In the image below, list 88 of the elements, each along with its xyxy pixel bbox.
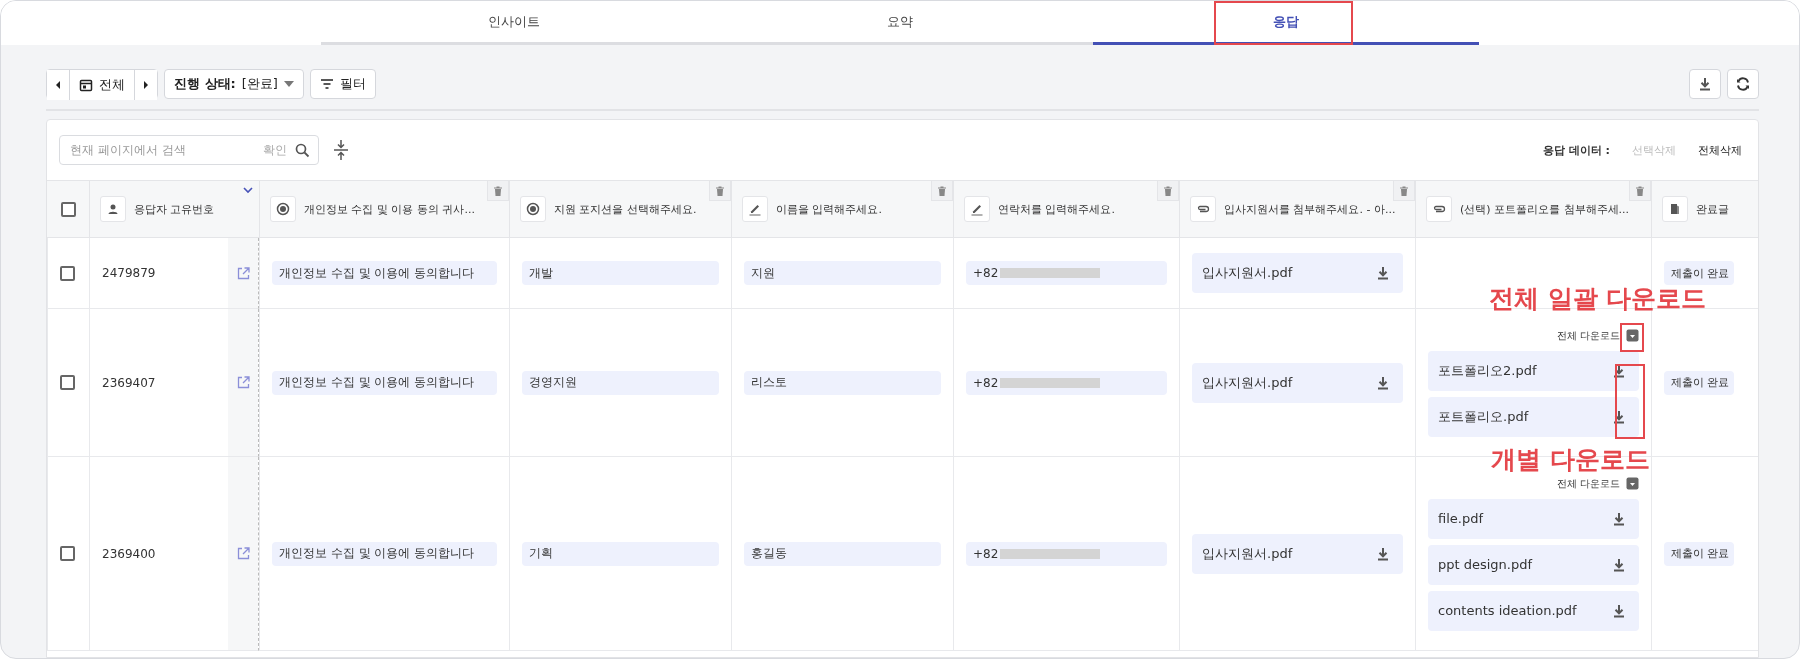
column-header: 연락처를 입력해주세요. bbox=[998, 201, 1115, 217]
filter-button[interactable]: 필터 bbox=[309, 69, 376, 99]
row-checkbox[interactable] bbox=[60, 375, 75, 390]
file-attachment[interactable]: file.pdf bbox=[1428, 498, 1639, 539]
delete-all-button[interactable]: 전체삭제 bbox=[1698, 142, 1742, 158]
column-header: 완료글 bbox=[1696, 201, 1729, 217]
pencil-icon bbox=[748, 202, 762, 216]
filter-icon bbox=[319, 78, 334, 90]
person-icon bbox=[106, 202, 120, 216]
file-attachment[interactable]: 입사지원서.pdf bbox=[1192, 362, 1403, 403]
previous-button[interactable] bbox=[47, 70, 69, 100]
download-icon[interactable] bbox=[1611, 602, 1627, 619]
trash-icon[interactable] bbox=[492, 184, 504, 197]
completion-chip: 제출이 완료 bbox=[1664, 541, 1734, 566]
annotation-text: 전체 일괄 다운로드 bbox=[1489, 283, 1707, 315]
answer-chip: 기획 bbox=[522, 541, 719, 566]
phone-answer: +82 bbox=[966, 541, 1167, 566]
file-attachment[interactable]: 입사지원서.pdf bbox=[1192, 533, 1403, 574]
respondent-id: 2479879 bbox=[102, 266, 156, 280]
radio-icon bbox=[526, 202, 540, 216]
column-header: 지원 포지션을 선택해주세요. bbox=[554, 201, 697, 217]
select-all-checkbox[interactable] bbox=[60, 201, 76, 217]
download-icon[interactable] bbox=[1375, 545, 1391, 562]
radio-icon bbox=[276, 202, 290, 216]
left-triangle-icon bbox=[54, 80, 62, 90]
calendar-icon bbox=[79, 78, 93, 92]
external-link-icon[interactable] bbox=[235, 265, 251, 281]
tab[interactable]: 요약 bbox=[707, 1, 1093, 45]
respondent-id: 2369407 bbox=[102, 375, 156, 390]
answer-chip: 개인정보 수집 및 이용에 동의합니다 bbox=[272, 261, 497, 285]
search-icon[interactable] bbox=[295, 142, 310, 158]
download-icon[interactable] bbox=[1375, 374, 1391, 391]
column-header: 입사지원서를 첨부해주세요. - 아... bbox=[1224, 201, 1396, 217]
pencil-icon bbox=[970, 202, 984, 216]
row-checkbox[interactable] bbox=[60, 265, 75, 281]
caret-icon bbox=[283, 81, 294, 87]
download-all-icon[interactable] bbox=[1626, 477, 1639, 490]
collapse-rows-icon[interactable] bbox=[333, 139, 349, 161]
answer-chip: 홍길동 bbox=[744, 541, 941, 566]
column-header: 이름을 입력해주세요. bbox=[776, 201, 882, 217]
download-icon[interactable] bbox=[1611, 408, 1627, 425]
refresh-button[interactable] bbox=[1727, 69, 1759, 99]
trash-icon[interactable] bbox=[1162, 184, 1174, 197]
trash-icon[interactable] bbox=[1398, 184, 1410, 197]
highlight-box bbox=[1620, 323, 1644, 352]
column-header: 응답자 고유번호 bbox=[134, 201, 215, 217]
download-all-label: 전체 다운로드 bbox=[1556, 476, 1620, 491]
file-attachment[interactable]: 입사지원서.pdf bbox=[1192, 253, 1403, 293]
annotation-text: 개별 다운로드 bbox=[1491, 444, 1650, 476]
external-link-icon[interactable] bbox=[235, 375, 251, 390]
download-icon bbox=[1697, 76, 1713, 92]
phone-answer: +82 bbox=[966, 370, 1167, 395]
answer-chip: 경영지원 bbox=[522, 370, 719, 395]
answer-chip: 개발 bbox=[522, 261, 719, 285]
answer-chip: 리스토 bbox=[744, 370, 941, 395]
file-attachment[interactable]: contents ideation.pdf bbox=[1428, 590, 1639, 631]
next-button[interactable] bbox=[135, 70, 157, 100]
trash-icon[interactable] bbox=[1634, 184, 1646, 197]
file-attachment[interactable]: ppt design.pdf bbox=[1428, 544, 1639, 585]
trash-icon[interactable] bbox=[936, 184, 948, 197]
status-dropdown[interactable]: 진행 상태: [완료] bbox=[164, 69, 304, 99]
column-header: (선택) 포트폴리오를 첨부해주세... bbox=[1460, 201, 1630, 217]
answer-chip: 개인정보 수집 및 이용에 동의합니다 bbox=[272, 541, 497, 566]
tab[interactable]: 응답 bbox=[1093, 1, 1479, 45]
door-icon bbox=[1668, 202, 1682, 216]
download-all-label: 전체 다운로드 bbox=[1556, 328, 1620, 343]
completion-chip: 제출이 완료 bbox=[1664, 261, 1734, 285]
answer-chip: 지원 bbox=[744, 261, 941, 285]
download-all-icon[interactable] bbox=[1626, 329, 1639, 342]
answer-chip: 개인정보 수집 및 이용에 동의합니다 bbox=[272, 370, 497, 395]
download-icon[interactable] bbox=[1611, 510, 1627, 527]
refresh-icon bbox=[1735, 76, 1751, 92]
right-triangle-icon bbox=[142, 80, 150, 90]
phone-answer: +82 bbox=[966, 261, 1167, 285]
trash-icon[interactable] bbox=[714, 184, 726, 197]
row-checkbox[interactable] bbox=[60, 546, 75, 561]
respondent-id: 2369400 bbox=[102, 546, 156, 561]
period-button[interactable]: 전체 bbox=[69, 70, 135, 100]
completion-chip: 제출이 완료 bbox=[1664, 370, 1734, 395]
external-link-icon[interactable] bbox=[235, 546, 251, 561]
tab[interactable]: 인사이트 bbox=[321, 1, 707, 45]
file-attachment[interactable]: 포트폴리오2.pdf bbox=[1428, 350, 1639, 391]
download-icon[interactable] bbox=[1375, 265, 1391, 281]
file-attachment[interactable]: 포트폴리오.pdf bbox=[1428, 396, 1639, 437]
column-header: 개인정보 수집 및 이용 동의 귀사... bbox=[304, 201, 475, 217]
download-button[interactable] bbox=[1689, 69, 1721, 99]
download-icon[interactable] bbox=[1611, 556, 1627, 573]
response-data-label: 응답 데이터 : bbox=[1542, 142, 1610, 158]
